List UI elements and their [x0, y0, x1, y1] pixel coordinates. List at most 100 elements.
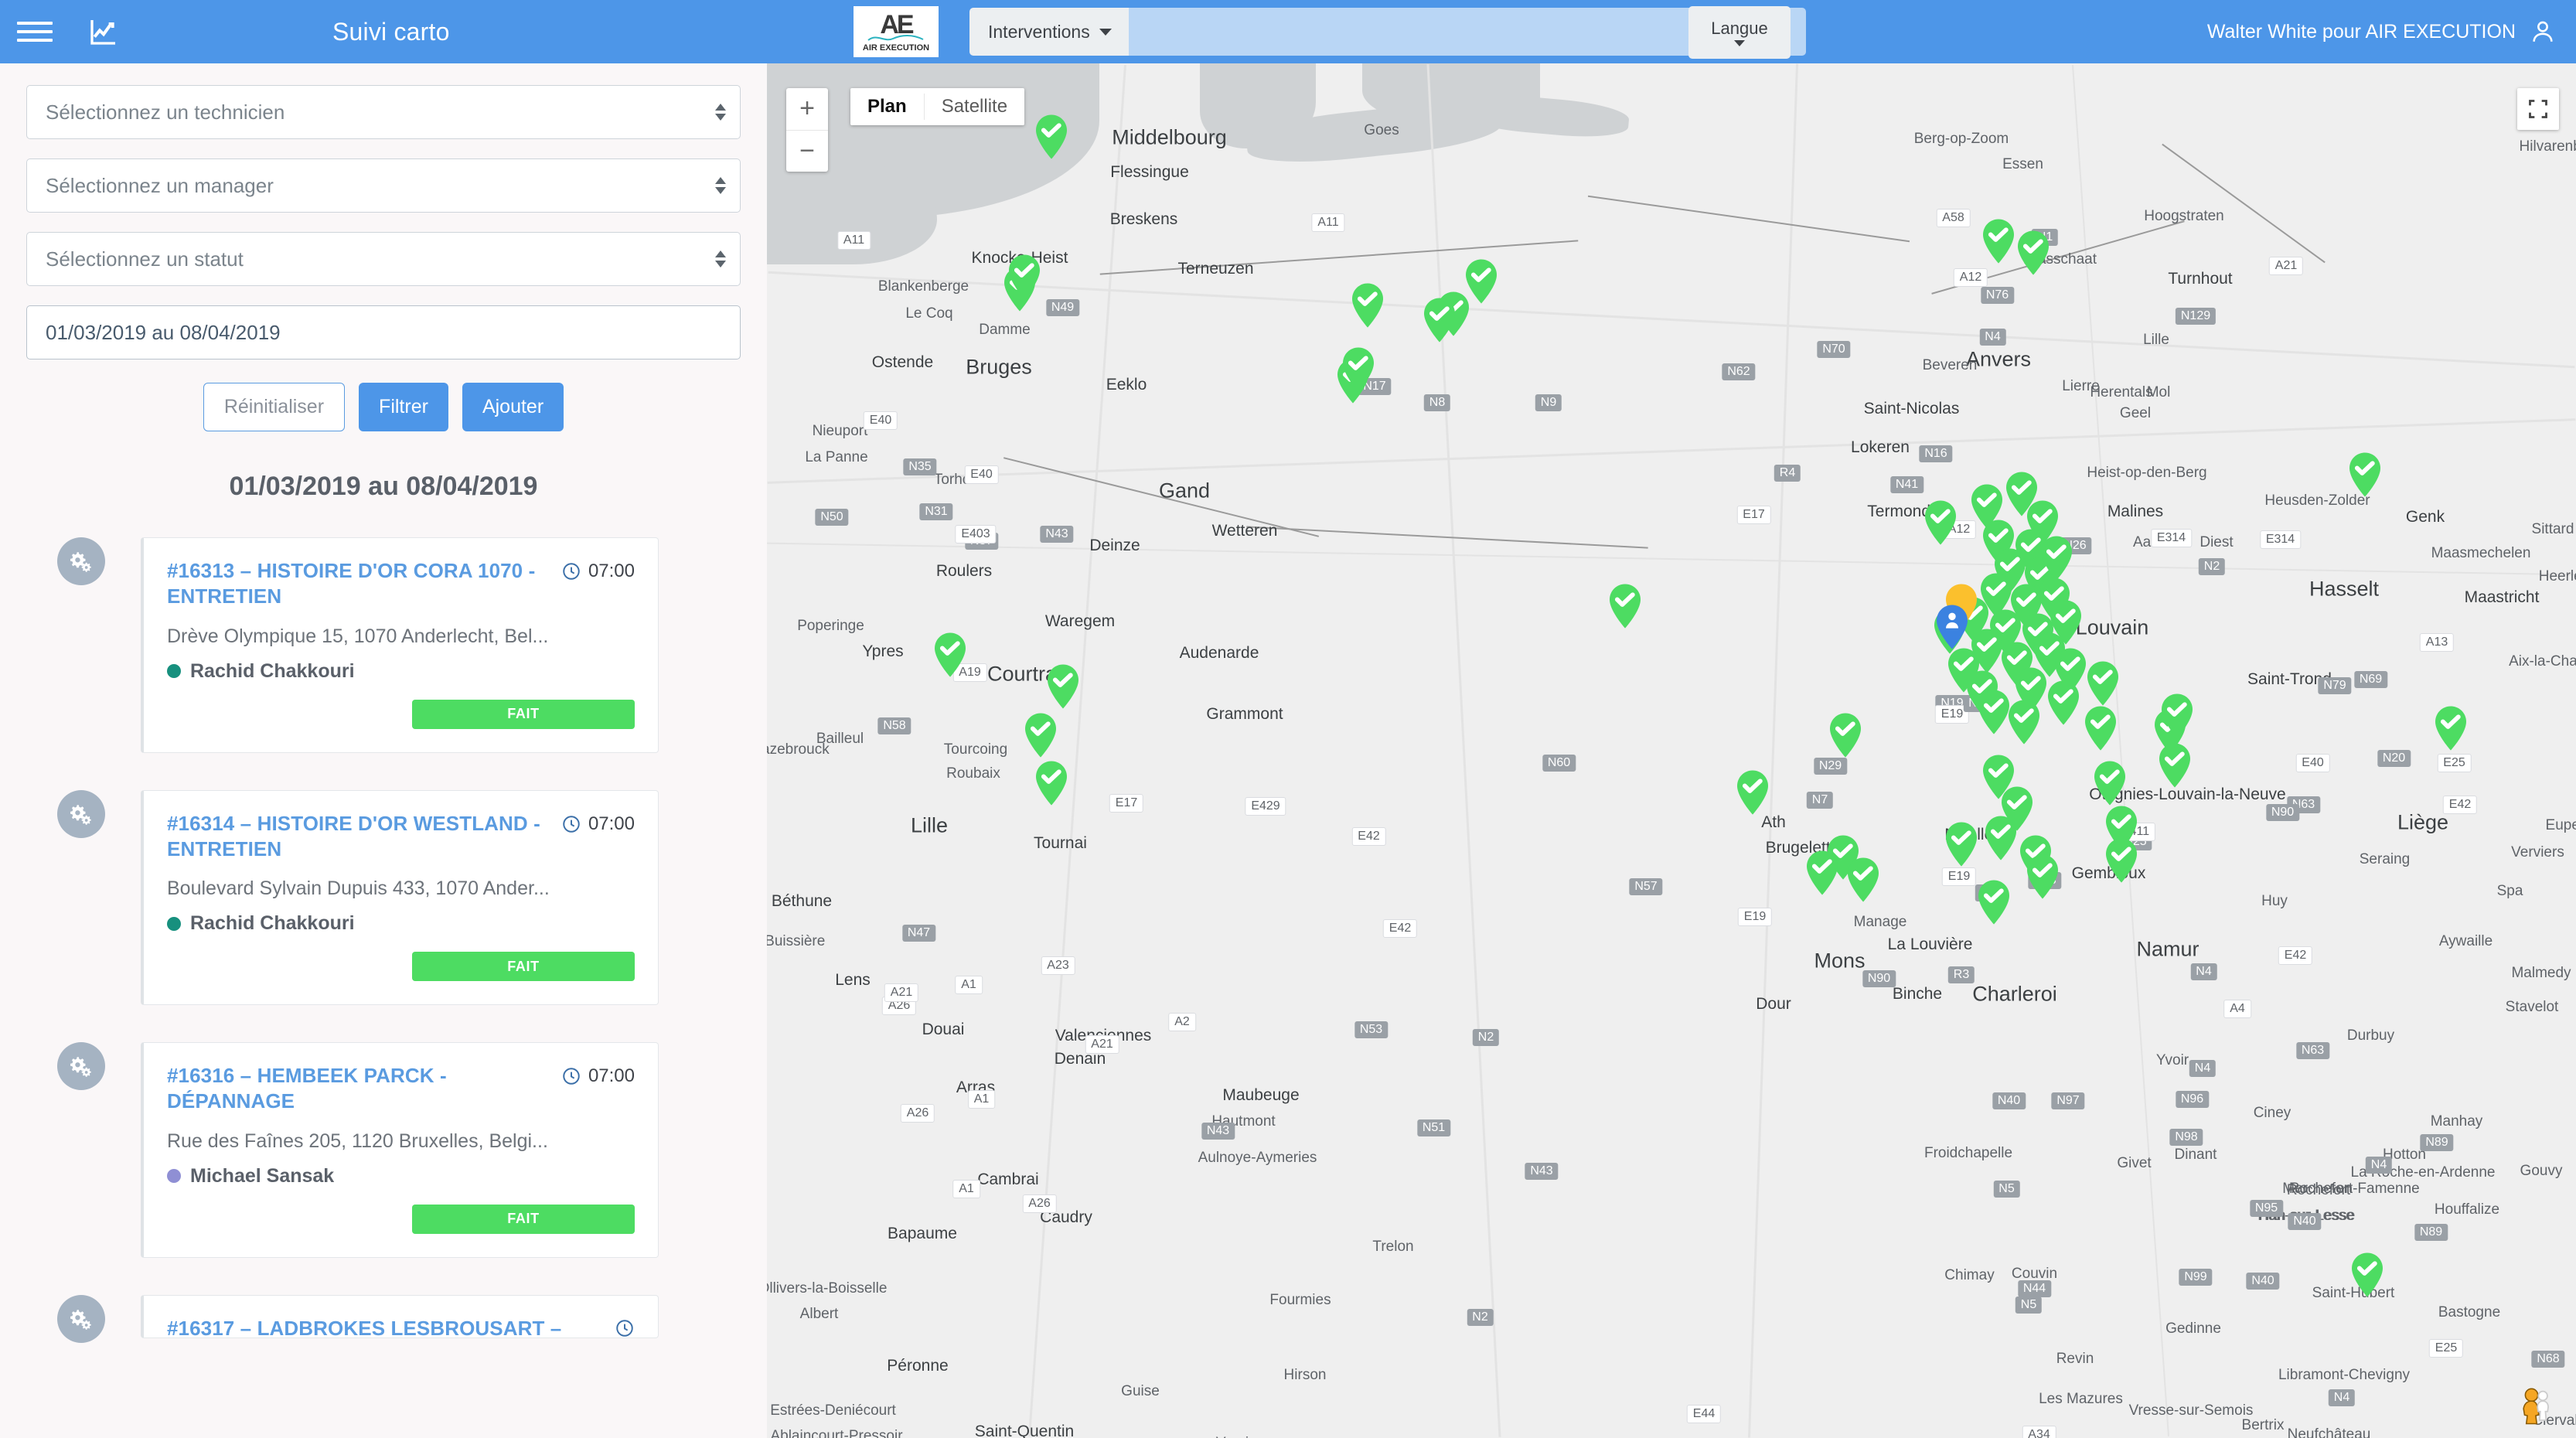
status-badge[interactable]: FAIT: [412, 952, 635, 982]
map-road-shield: R3: [1947, 966, 1975, 984]
map-marker-done[interactable]: [1944, 821, 1978, 867]
map-marker-done[interactable]: [2093, 760, 2127, 806]
map-type-plan[interactable]: Plan: [850, 88, 924, 125]
language-button[interactable]: Langue: [1688, 6, 1791, 59]
map-marker-done[interactable]: [1034, 114, 1068, 160]
map-marker-done[interactable]: [2434, 705, 2468, 751]
map-place-label: Berg-op-Zoom: [1913, 130, 2009, 147]
settings-gears-icon[interactable]: [57, 1294, 105, 1343]
map-marker-done[interactable]: [2086, 660, 2120, 707]
map-road-shield: N40: [1992, 1092, 2026, 1109]
map-marker-done[interactable]: [2160, 693, 2194, 739]
intervention-title[interactable]: #16313 – HISTOIRE D'OR CORA 1070 - ENTRE…: [167, 558, 549, 610]
filter-form: Sélectionnez un technicien Sélectionnez …: [0, 63, 767, 431]
map-marker-done[interactable]: [1977, 689, 2011, 735]
intervention-title[interactable]: #16316 – HEMBEEK PARCK - DÉPANNAGE: [167, 1063, 549, 1115]
hamburger-icon[interactable]: [17, 16, 53, 47]
map-road-shield: A26: [900, 1104, 935, 1123]
map-road-shield: N129: [2175, 307, 2217, 325]
search-category-dropdown[interactable]: Interventions: [969, 8, 1129, 56]
map-marker-done[interactable]: [1923, 499, 1958, 546]
map-marker-done[interactable]: [1423, 297, 1457, 343]
status-badge[interactable]: FAIT: [412, 1204, 635, 1234]
map-marker-done[interactable]: [1736, 769, 1770, 816]
fullscreen-icon[interactable]: [2517, 88, 2559, 130]
brand-logo[interactable]: AE AIR EXECUTION: [854, 6, 939, 57]
map-marker-done[interactable]: [1846, 857, 1880, 903]
zoom-out-button[interactable]: −: [786, 131, 828, 172]
map-marker-done[interactable]: [2007, 699, 2041, 745]
map-place-label: Lille: [2143, 331, 2169, 348]
map-border: [1587, 195, 1910, 243]
map-marker-done[interactable]: [2158, 742, 2192, 789]
technician-select-label: Sélectionnez un technicien: [46, 100, 285, 124]
map-marker-done[interactable]: [1977, 879, 2011, 925]
map-border: [1099, 240, 1579, 275]
map-place-label: Aix-la-Chapelle: [2509, 653, 2576, 670]
map-marker-done[interactable]: [2084, 705, 2118, 751]
map-type-satellite[interactable]: Satellite: [925, 88, 1024, 125]
map-marker-done[interactable]: [2016, 230, 2050, 276]
map-marker-done[interactable]: [1034, 760, 1068, 806]
map-road-shield: N43: [1040, 526, 1074, 544]
technician-select[interactable]: Sélectionnez un technicien: [26, 85, 741, 139]
map-place-label: Estrées-Deniécourt: [770, 1402, 896, 1419]
add-button[interactable]: Ajouter: [462, 383, 564, 431]
map-marker-done[interactable]: [933, 632, 967, 678]
map-marker-done[interactable]: [1608, 583, 1642, 629]
map-marker-done[interactable]: [1007, 254, 1041, 300]
map-marker-done[interactable]: [1464, 258, 1498, 305]
intervention-card[interactable]: #16313 – HISTOIRE D'OR CORA 1070 - ENTRE…: [141, 537, 659, 753]
map-place-label: Bertrix: [2241, 1416, 2285, 1433]
map-canvas[interactable]: + − Plan Satellite Middelbourg Goes Berg-o…: [767, 63, 2576, 1438]
map-marker-done[interactable]: [1046, 663, 1080, 710]
intervention-title[interactable]: #16314 – HISTOIRE D'OR WESTLAND - ENTRET…: [167, 811, 549, 863]
map-marker-done[interactable]: [1981, 218, 2015, 264]
chart-line-icon[interactable]: [87, 15, 121, 49]
intervention-card[interactable]: #16316 – HEMBEEK PARCK - DÉPANNAGE 07:00…: [141, 1042, 659, 1258]
map-place-label: Neufchâteau: [2287, 1426, 2371, 1438]
map-road-shield: A21: [884, 983, 919, 1003]
map-marker-done[interactable]: [1024, 712, 1058, 758]
date-range-input[interactable]: 01/03/2019 au 08/04/2019: [26, 305, 741, 360]
map-marker-done[interactable]: [2046, 680, 2080, 726]
reset-button[interactable]: Réinitialiser: [203, 383, 346, 431]
settings-gears-icon[interactable]: [57, 537, 105, 585]
map-marker-done[interactable]: [2350, 1252, 2384, 1298]
map-road-shield: N44: [2017, 1280, 2052, 1297]
map-marker-done[interactable]: [2039, 535, 2073, 581]
filter-button[interactable]: Filtrer: [359, 383, 448, 431]
top-navbar: Suivi carto AE AIR EXECUTION Interventio…: [0, 0, 2576, 63]
map-marker-done[interactable]: [1351, 282, 1385, 329]
map-place-label: Roubaix: [946, 765, 1000, 782]
map-place-label: Rochefort: [2286, 1182, 2351, 1199]
map-marker-done[interactable]: [1341, 346, 1375, 393]
intervention-title[interactable]: #16317 – LADBROKES LESBROUSART –: [167, 1316, 561, 1337]
map-marker-done[interactable]: [2104, 837, 2138, 884]
map-marker-done[interactable]: [1805, 850, 1839, 896]
zoom-in-button[interactable]: +: [786, 88, 828, 131]
user-menu[interactable]: Walter White pour AIR EXECUTION: [2207, 0, 2556, 63]
map-place-label: Fourmies: [1269, 1291, 1331, 1308]
map-marker-user[interactable]: [1935, 604, 1969, 650]
settings-gears-icon[interactable]: [57, 789, 105, 838]
map-place-label: Cambrai: [977, 1170, 1039, 1188]
map-marker-done[interactable]: [2348, 452, 2382, 498]
map-marker-done[interactable]: [1828, 712, 1862, 758]
map-place-label: Ablaincourt-Pressoir: [770, 1428, 903, 1438]
status-badge[interactable]: FAIT: [412, 699, 635, 729]
map-place-label: Roulers: [935, 562, 993, 581]
user-avatar-icon: [2533, 21, 2553, 42]
map-place-label: Lokeren: [1851, 438, 1910, 457]
map-marker-done[interactable]: [1984, 815, 2018, 861]
intervention-card[interactable]: #16314 – HISTOIRE D'OR WESTLAND - ENTRET…: [141, 789, 659, 1006]
street-view-pegman-icon[interactable]: [2511, 1382, 2559, 1430]
intervention-card[interactable]: #16317 – LADBROKES LESBROUSART –: [141, 1294, 659, 1338]
map-place-label: Dour: [1756, 994, 1791, 1013]
map-place-label: Seraing: [2359, 850, 2411, 867]
settings-gears-icon[interactable]: [57, 1042, 105, 1091]
map-road-shield: A13: [2419, 632, 2455, 652]
map-marker-done[interactable]: [2026, 854, 2060, 900]
manager-select[interactable]: Sélectionnez un manager: [26, 158, 741, 213]
status-select[interactable]: Sélectionnez un statut: [26, 232, 741, 286]
